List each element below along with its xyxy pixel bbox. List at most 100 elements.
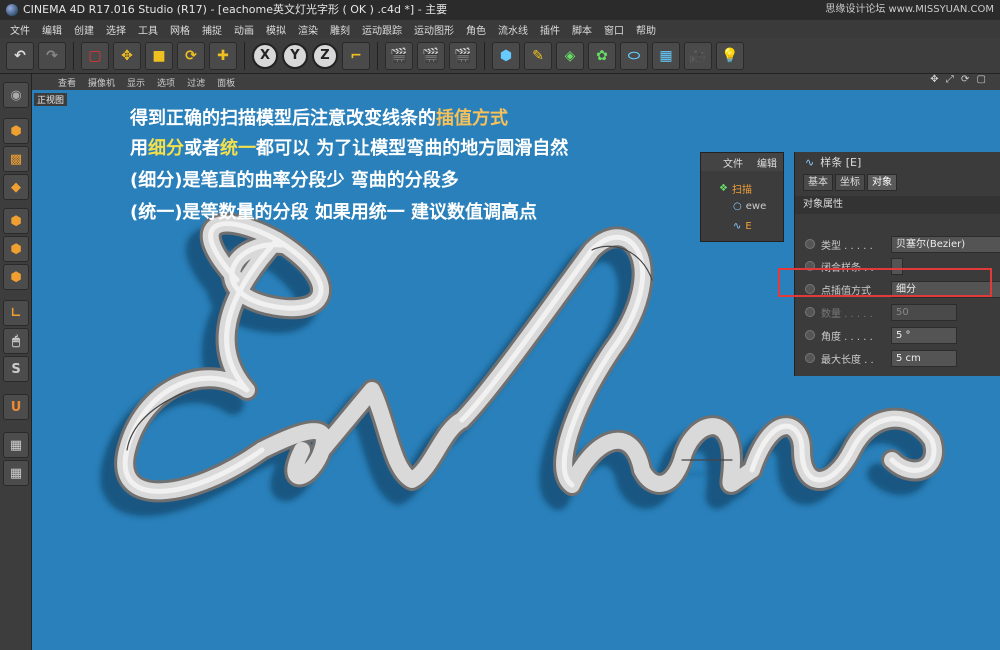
intermediate-points-dropdown[interactable]: 细分 — [891, 280, 1000, 298]
main-toolbar: ↶ ↷ ▢ ✥ ■ ⟳ ✚ X Y Z ⌐ 🎬 🎬 🎬 ⬢ ✎ ◈ ✿ ⬭ ▦ … — [0, 38, 1000, 74]
menu-item-script[interactable]: 脚本 — [566, 22, 598, 37]
viewport-menu-display[interactable]: 显示 — [121, 76, 151, 89]
recent-tool-icon[interactable]: ✚ — [209, 41, 237, 70]
animate-radio[interactable] — [805, 330, 815, 340]
tree-item-circle[interactable]: ○ ewe — [733, 201, 766, 212]
light-icon[interactable]: 💡 — [716, 41, 744, 70]
make-editable-icon[interactable]: ◉ — [3, 82, 29, 108]
number-input[interactable]: 50 — [891, 303, 957, 321]
tab-object[interactable]: 对象 — [867, 173, 897, 191]
menu-item-mograph[interactable]: 运动图形 — [408, 22, 460, 37]
animate-radio[interactable] — [805, 353, 815, 363]
scale-tool-icon[interactable]: ■ — [145, 41, 173, 70]
toolbar-divider — [484, 41, 485, 70]
menu-item-plugins[interactable]: 插件 — [534, 22, 566, 37]
magnet-icon[interactable]: U — [3, 394, 29, 420]
property-intermediate-points: 点插值方式 细分 — [805, 279, 1000, 299]
property-label: 数量 . . . . . — [821, 308, 873, 320]
menu-item-edit[interactable]: 编辑 — [36, 22, 68, 37]
animate-radio[interactable] — [805, 261, 815, 271]
menu-item-select[interactable]: 选择 — [100, 22, 132, 37]
polygons-mode-icon[interactable]: ⬢ — [3, 264, 29, 290]
menu-item-pipeline[interactable]: 流水线 — [492, 22, 534, 37]
animate-radio[interactable] — [805, 239, 815, 249]
rotate-tool-icon[interactable]: ⟳ — [177, 41, 205, 70]
menu-item-file[interactable]: 文件 — [4, 22, 36, 37]
floor-object-icon[interactable]: ▦ — [652, 41, 680, 70]
menu-item-help[interactable]: 帮助 — [630, 22, 662, 37]
planar-workplane-icon[interactable]: ▦ — [3, 460, 29, 486]
tab-coordinates[interactable]: 坐标 — [835, 173, 865, 191]
viewport-menu-cameras[interactable]: 摄像机 — [82, 76, 121, 89]
type-dropdown[interactable]: 贝塞尔(Bezier) — [891, 235, 1000, 253]
axis-mode-icon[interactable]: ∟ — [3, 300, 29, 326]
menu-item-simulate[interactable]: 模拟 — [260, 22, 292, 37]
render-view-icon[interactable]: 🎬 — [385, 41, 413, 70]
toolbar-divider — [73, 41, 74, 70]
move-tool-icon[interactable]: ✥ — [113, 41, 141, 70]
menu-item-mesh[interactable]: 网格 — [164, 22, 196, 37]
cinema4d-logo-icon — [6, 4, 18, 16]
object-manager-menu-file[interactable]: 文件 — [723, 155, 743, 170]
menu-item-motion-tracking[interactable]: 运动跟踪 — [356, 22, 408, 37]
menu-item-create[interactable]: 创建 — [68, 22, 100, 37]
live-selection-icon[interactable]: ▢ — [81, 41, 109, 70]
z-axis-lock-button[interactable]: Z — [312, 42, 338, 69]
tutorial-line-3: (细分)是笔直的曲率分段少 弯曲的分段多 — [130, 170, 459, 191]
viewport-front[interactable]: 正视图 得到正确的扫描模型后注意改变线条的插值方式 用细分或者统一都可以 为了让… — [32, 90, 1000, 650]
lock-workplane-icon[interactable]: ▦ — [3, 432, 29, 458]
menu-item-window[interactable]: 窗口 — [598, 22, 630, 37]
tree-item-label: ewe — [745, 201, 767, 212]
redo-button[interactable]: ↷ — [38, 41, 66, 70]
render-picture-viewer-icon[interactable]: 🎬 — [417, 41, 445, 70]
y-axis-lock-button[interactable]: Y — [282, 42, 308, 69]
model-mode-icon[interactable]: ⬢ — [3, 118, 29, 144]
pen-spline-icon[interactable]: ✎ — [524, 41, 552, 70]
animate-radio[interactable] — [805, 307, 815, 317]
tab-basic[interactable]: 基本 — [803, 173, 833, 191]
close-spline-checkbox[interactable] — [891, 257, 903, 275]
property-label: 类型 . . . . . — [821, 240, 873, 252]
angle-input[interactable]: 5 ° — [891, 326, 957, 344]
points-mode-icon[interactable]: ⬢ — [3, 208, 29, 234]
texture-mode-icon[interactable]: ▩ — [3, 146, 29, 172]
tutorial-highlight: 插值方式 — [436, 108, 508, 129]
menu-item-snap[interactable]: 捕捉 — [196, 22, 228, 37]
tree-item-sweep[interactable]: ❖ 扫描 — [719, 181, 752, 196]
property-label: 点插值方式 — [821, 285, 871, 297]
workplane-mode-icon[interactable]: ◆ — [3, 174, 29, 200]
render-settings-icon[interactable]: 🎬 — [449, 41, 477, 70]
menu-item-tools[interactable]: 工具 — [132, 22, 164, 37]
menu-item-render[interactable]: 渲染 — [292, 22, 324, 37]
animate-radio[interactable] — [805, 284, 815, 294]
left-tool-palette: ◉ ⬢ ▩ ◆ ⬢ ⬢ ⬢ ∟ 🖱 S U ▦ ▦ — [0, 74, 32, 650]
viewport-navigation-icon[interactable]: ✥ ⤢ ⟳ ▢ — [924, 74, 994, 85]
attribute-manager-panel: ∿ 样条 [E] 基本 坐标 对象 对象属性 类型 . . . . . 贝塞尔(… — [794, 152, 1000, 376]
attribute-tabs: 基本 坐标 对象 — [795, 172, 1000, 192]
max-length-input[interactable]: 5 cm — [891, 349, 957, 367]
property-label: 闭合样条 . . — [821, 262, 874, 274]
deformer-icon[interactable]: ⬭ — [620, 41, 648, 70]
array-mograph-icon[interactable]: ✿ — [588, 41, 616, 70]
edges-mode-icon[interactable]: ⬢ — [3, 236, 29, 262]
sweep-icon: ❖ — [719, 183, 728, 194]
viewport-menu-options[interactable]: 选项 — [151, 76, 181, 89]
cube-primitive-icon[interactable]: ⬢ — [492, 41, 520, 70]
undo-button[interactable]: ↶ — [6, 41, 34, 70]
tweak-mode-icon[interactable]: 🖱 — [3, 328, 29, 354]
snapping-icon[interactable]: S — [3, 356, 29, 382]
tree-item-spline[interactable]: ∿ E — [733, 221, 752, 232]
x-axis-lock-button[interactable]: X — [252, 42, 278, 69]
camera-icon[interactable]: 🎥 — [684, 41, 712, 70]
subdivision-surface-icon[interactable]: ◈ — [556, 41, 584, 70]
menu-item-sculpt[interactable]: 雕刻 — [324, 22, 356, 37]
object-manager-menu-edit[interactable]: 编辑 — [757, 155, 777, 170]
tutorial-text: 都可以 为了让模型弯曲的地方圆滑自然 — [256, 138, 569, 159]
toolbar-divider — [244, 41, 245, 70]
viewport-menu-panel[interactable]: 面板 — [211, 76, 241, 89]
coordinate-system-icon[interactable]: ⌐ — [342, 41, 370, 70]
viewport-menu-filter[interactable]: 过滤 — [181, 76, 211, 89]
viewport-menu-view[interactable]: 查看 — [52, 76, 82, 89]
menu-item-character[interactable]: 角色 — [460, 22, 492, 37]
menu-item-animate[interactable]: 动画 — [228, 22, 260, 37]
